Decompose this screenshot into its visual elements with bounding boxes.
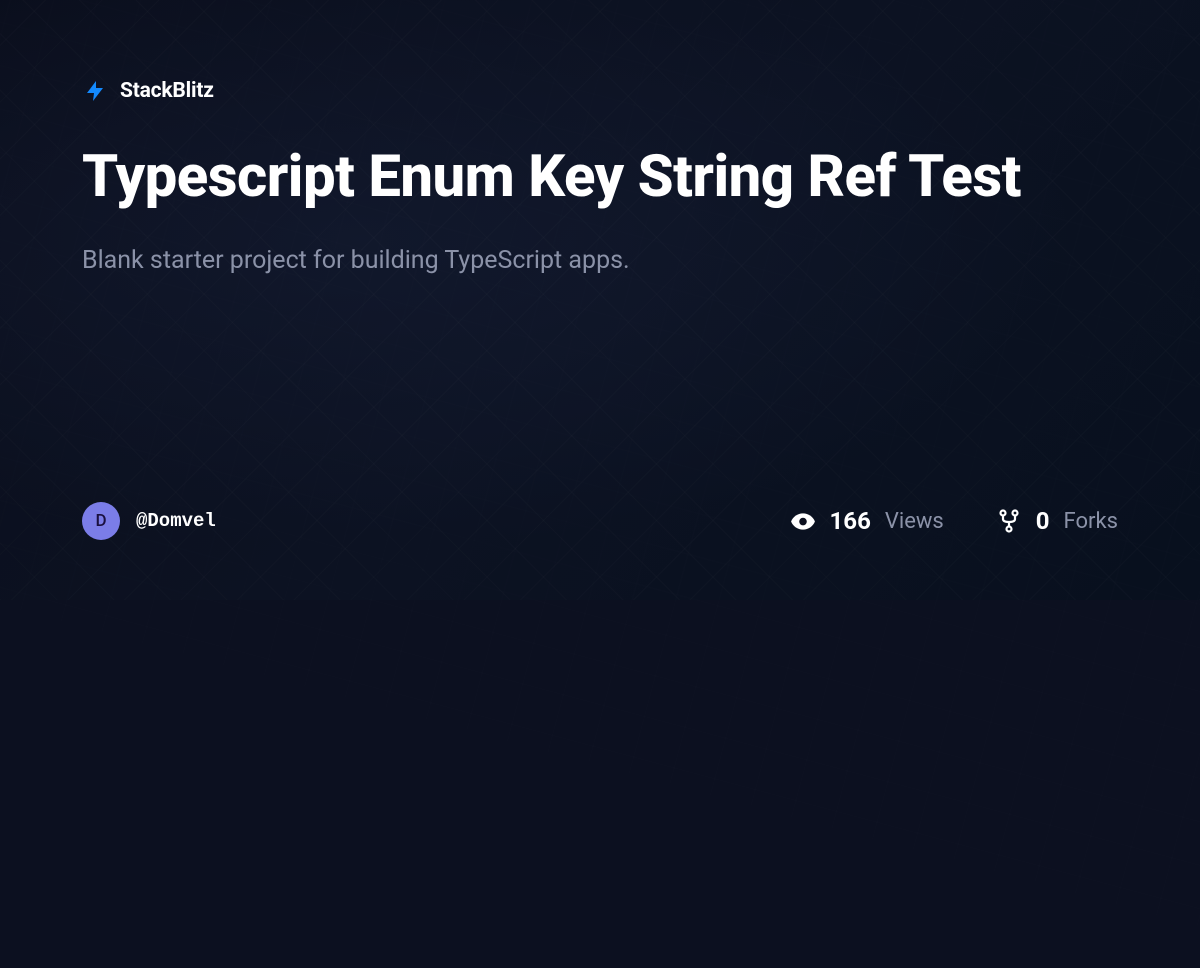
views-count: 166 xyxy=(830,507,871,535)
project-title: Typescript Enum Key String Ref Test xyxy=(82,144,1082,211)
eye-icon xyxy=(790,508,816,534)
brand-header[interactable]: StackBlitz xyxy=(82,78,1118,104)
forks-label: Forks xyxy=(1064,509,1118,534)
views-stat: 166 Views xyxy=(790,507,944,535)
footer-row: D @Domvel 166 Views xyxy=(82,502,1118,600)
avatar: D xyxy=(82,502,120,540)
avatar-letter: D xyxy=(95,511,106,531)
views-label: Views xyxy=(885,509,944,534)
author-link[interactable]: D @Domvel xyxy=(82,502,216,540)
project-description: Blank starter project for building TypeS… xyxy=(82,243,1118,278)
stats-group: 166 Views 0 Forks xyxy=(790,507,1118,535)
forks-stat: 0 Forks xyxy=(996,507,1118,535)
brand-name: StackBlitz xyxy=(120,79,214,103)
forks-count: 0 xyxy=(1036,507,1050,535)
lightning-bolt-icon xyxy=(82,78,108,104)
content-container: StackBlitz Typescript Enum Key String Re… xyxy=(0,0,1200,600)
author-username: @Domvel xyxy=(136,510,216,532)
fork-icon xyxy=(996,508,1022,534)
